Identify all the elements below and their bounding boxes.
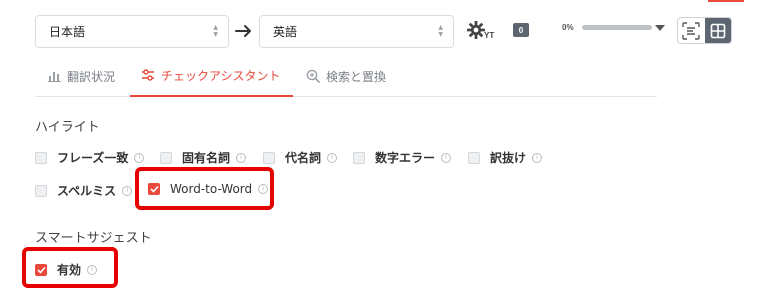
info-icon[interactable]: i [134, 152, 145, 163]
option-label: 数字エラー [375, 151, 436, 165]
progress-bar [582, 25, 652, 30]
counter-badge: 0 [513, 23, 529, 37]
gear-icon [467, 21, 485, 39]
checkbox[interactable] [35, 151, 47, 164]
table-grid-icon [710, 23, 726, 38]
tab-bar: 翻訳状況 チェックアシスタント 検索と置換 [35, 55, 657, 97]
highlight-section-title: ハイライト [35, 120, 100, 135]
bar-chart-icon [48, 72, 61, 82]
option-omission[interactable]: 訳抜け i [468, 149, 543, 166]
progress-control[interactable]: 0% [562, 23, 665, 32]
search-zoom-icon [306, 69, 320, 83]
info-icon[interactable]: i [236, 152, 247, 163]
tab-translation-status[interactable]: 翻訳状況 [48, 55, 115, 97]
tab-label: 検索と置換 [326, 69, 387, 84]
gear-yt-button[interactable]: YT [466, 20, 496, 42]
arrow-right-icon [235, 25, 251, 37]
option-number-error[interactable]: 数字エラー i [353, 149, 452, 166]
info-icon[interactable]: i [122, 185, 133, 196]
info-icon[interactable]: i [441, 152, 452, 163]
option-pronoun[interactable]: 代名詞 i [263, 149, 338, 166]
target-language-value: 英語 [273, 25, 298, 39]
select-caret-icon: ▲ ▼ [438, 24, 443, 38]
progress-label: 0% [562, 23, 574, 32]
checkbox[interactable] [263, 151, 275, 164]
tab-check-assistant[interactable]: チェックアシスタント [130, 55, 293, 97]
dropdown-caret-icon[interactable] [655, 24, 665, 31]
view-toggle [677, 17, 732, 44]
gear-badge: YT [484, 31, 495, 40]
smart-suggest-section-title: スマートサジェスト [35, 231, 152, 246]
scan-text-icon [682, 21, 700, 40]
option-label: 固有名詞 [182, 151, 231, 165]
sliders-icon [142, 69, 154, 81]
focus-view-button[interactable] [678, 18, 705, 43]
top-accent-line [708, 0, 744, 2]
tab-label: 翻訳状況 [67, 69, 116, 84]
info-icon[interactable]: i [327, 152, 338, 163]
target-language-select[interactable]: 英語 ▲ ▼ [259, 15, 454, 48]
checkbox[interactable] [353, 151, 365, 164]
source-language-select[interactable]: 日本語 ▲ ▼ [35, 15, 229, 48]
checkbox[interactable] [468, 151, 480, 164]
checkbox[interactable] [160, 151, 172, 164]
annotation-highlight-box [135, 167, 274, 210]
select-caret-icon: ▲ ▼ [213, 24, 218, 38]
option-label: 訳抜け [490, 151, 527, 165]
annotation-highlight-box [22, 247, 118, 288]
tab-search-replace[interactable]: 検索と置換 [306, 55, 386, 97]
checkbox[interactable] [35, 184, 47, 197]
option-proper-noun[interactable]: 固有名詞 i [160, 149, 247, 166]
option-label: 代名詞 [285, 151, 322, 165]
option-label: スペルミス [57, 184, 117, 198]
info-icon[interactable]: i [532, 152, 543, 163]
tab-label: チェックアシスタント [161, 68, 281, 83]
option-phrase-match[interactable]: フレーズ一致 i [35, 149, 145, 166]
option-spelling[interactable]: スペルミス i [35, 182, 133, 199]
table-view-button[interactable] [704, 18, 731, 43]
option-label: フレーズ一致 [57, 151, 129, 165]
source-language-value: 日本語 [49, 25, 86, 39]
